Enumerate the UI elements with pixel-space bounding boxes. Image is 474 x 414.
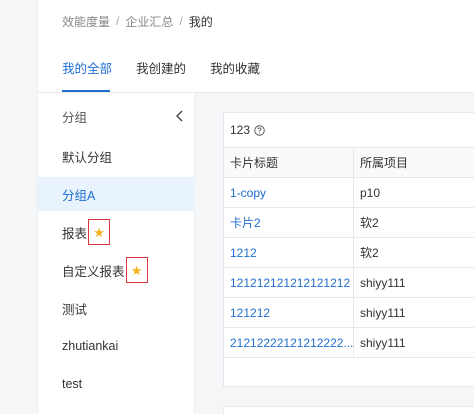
star-highlight: ★ bbox=[88, 219, 111, 245]
project-cell: shiyy111 bbox=[360, 335, 406, 350]
card-link[interactable]: 1212 bbox=[224, 238, 354, 267]
card-table: 卡片标题 所属项目 1-copy p10 卡片2 软2 1212 软2 1212… bbox=[224, 147, 474, 358]
chevron-left-icon[interactable] bbox=[175, 109, 185, 123]
column-header-project: 所属项目 bbox=[360, 156, 409, 170]
table-row: 1-copy p10 bbox=[224, 178, 474, 208]
sidebar-item-group-a[interactable]: 分组A bbox=[38, 177, 195, 211]
tab-bar: 我的全部 我创建的 我的收藏 bbox=[62, 58, 284, 82]
sidebar-title: 分组 bbox=[62, 110, 88, 125]
table-row: 21212222121212222... shiyy111 bbox=[224, 328, 474, 358]
table-row: 1212 软2 bbox=[224, 238, 474, 268]
table-header: 卡片标题 所属项目 bbox=[224, 148, 474, 178]
dashboard-card: 123 卡片标题 所属项目 1-copy p10 卡片2 软2 1212 软2 … bbox=[223, 112, 474, 387]
sidebar-item-zhutiankai[interactable]: zhutiankai bbox=[38, 329, 195, 363]
sidebar-item-report[interactable]: 报表 ★ bbox=[38, 215, 195, 249]
card-link[interactable]: 卡片2 bbox=[224, 208, 354, 237]
tab-favorites[interactable]: 我的收藏 bbox=[210, 58, 260, 82]
breadcrumb-separator: / bbox=[179, 14, 183, 28]
sidebar-item-default[interactable]: 默认分组 bbox=[38, 139, 195, 173]
card-link[interactable]: 121212121212121212 ... bbox=[224, 268, 354, 297]
breadcrumb-item[interactable]: 效能度量 bbox=[62, 13, 110, 30]
sidebar-item-label: 自定义报表 bbox=[62, 264, 125, 279]
sidebar-item-label: test bbox=[62, 377, 83, 391]
sidebar-item-label: 测试 bbox=[62, 302, 88, 317]
table-row: 卡片2 软2 bbox=[224, 208, 474, 238]
next-card-edge bbox=[223, 406, 474, 414]
project-cell: 软2 bbox=[360, 246, 379, 260]
breadcrumb-separator: / bbox=[116, 14, 120, 28]
content-area: 123 卡片标题 所属项目 1-copy p10 卡片2 软2 1212 软2 … bbox=[195, 93, 474, 414]
help-icon[interactable] bbox=[254, 124, 265, 136]
group-sidebar: 分组 默认分组 分组A 报表 ★ 自定义报表 ★ 测试 zhutiankai t… bbox=[38, 93, 195, 414]
sidebar-item-label: zhutiankai bbox=[62, 339, 119, 353]
project-cell: p10 bbox=[360, 185, 381, 200]
star-icon[interactable]: ★ bbox=[93, 226, 105, 239]
sidebar-header: 分组 bbox=[38, 93, 195, 139]
card-link[interactable]: 21212222121212222... bbox=[224, 328, 354, 357]
column-header-title: 卡片标题 bbox=[224, 148, 354, 177]
project-cell: shiyy111 bbox=[360, 275, 406, 290]
breadcrumb-current: 我的 bbox=[188, 14, 213, 29]
project-cell: shiyy111 bbox=[360, 305, 406, 320]
project-cell: 软2 bbox=[360, 216, 379, 230]
sidebar-item-label: 分组A bbox=[62, 188, 96, 203]
tab-all[interactable]: 我的全部 bbox=[62, 58, 112, 82]
main-panel: 效能度量 / 企业汇总 / 我的 我的全部 我创建的 我的收藏 分组 默认分组 … bbox=[38, 0, 474, 414]
breadcrumb: 效能度量 / 企业汇总 / 我的 bbox=[62, 10, 213, 32]
card-title: 123 bbox=[230, 121, 265, 139]
sidebar-item-label: 默认分组 bbox=[62, 150, 113, 165]
sidebar-item-test-cn[interactable]: 测试 bbox=[38, 291, 195, 325]
sidebar-item-custom-report[interactable]: 自定义报表 ★ bbox=[38, 253, 195, 287]
sidebar-item-label: 报表 bbox=[62, 226, 88, 241]
card-link[interactable]: 121212 bbox=[224, 298, 354, 327]
star-highlight: ★ bbox=[125, 257, 148, 283]
sidebar-item-test[interactable]: test bbox=[38, 367, 195, 401]
card-link[interactable]: 1-copy bbox=[224, 178, 354, 207]
card-title-text: 123 bbox=[230, 123, 251, 137]
table-row: 121212121212121212 ... shiyy111 bbox=[224, 268, 474, 298]
tab-created[interactable]: 我创建的 bbox=[136, 58, 186, 82]
table-row: 121212 shiyy111 bbox=[224, 298, 474, 328]
star-icon[interactable]: ★ bbox=[131, 264, 143, 277]
left-rail bbox=[0, 0, 38, 414]
breadcrumb-item[interactable]: 企业汇总 bbox=[125, 13, 173, 30]
